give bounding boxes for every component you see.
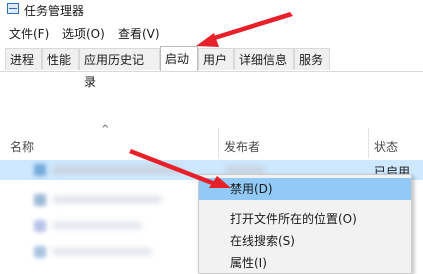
arrow-to-startup-tab-icon	[196, 12, 293, 47]
annotation-arrows	[129, 12, 293, 188]
arrow-to-disable-item-icon	[129, 149, 231, 188]
